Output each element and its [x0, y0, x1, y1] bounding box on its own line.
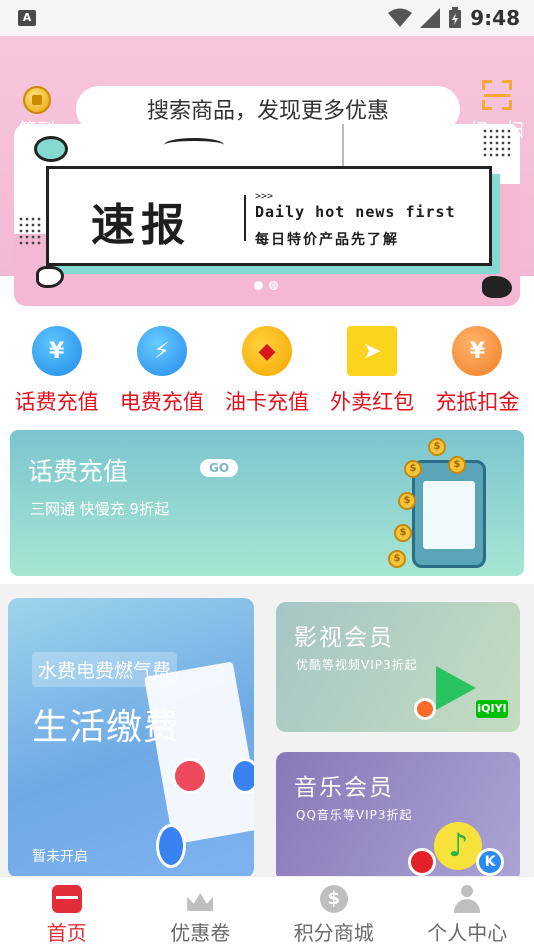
- coin-icon: $: [404, 460, 422, 478]
- banner-arrows: >>>: [255, 191, 274, 202]
- banner-english-text: Daily hot news first: [255, 203, 456, 221]
- scan-icon: [482, 80, 512, 110]
- circle-decoration: [34, 136, 68, 162]
- recharge-title: 话费充值: [28, 457, 129, 486]
- iqiyi-icon: iQIYI: [476, 700, 508, 718]
- phone-recharge-icon: ¥: [31, 326, 82, 376]
- pager-dot[interactable]: [269, 281, 278, 290]
- oil-card-icon: ◆: [241, 326, 292, 376]
- tab-home[interactable]: 首页: [0, 877, 134, 950]
- bottom-tab-bar: 首页 优惠卷 $ 积分商城 个人中心: [0, 876, 534, 950]
- coin-icon: [23, 86, 51, 114]
- tab-profile[interactable]: 个人中心: [401, 877, 534, 950]
- bill-illustration: [143, 661, 254, 845]
- battery-icon: [449, 7, 462, 28]
- banner-divider: [244, 195, 246, 241]
- promo-banner[interactable]: 速报 >>> Daily hot news first 每日特价产品先了解: [14, 124, 520, 306]
- music-vip-subtitle: QQ音乐等VIP3折起: [296, 808, 413, 822]
- service-phone-recharge[interactable]: ¥ 话费充值: [5, 326, 109, 418]
- quick-service-row: ¥ 话费充值 ⚡ 电费充值 ◆ 油卡充值 ➤ 外卖红包 ¥ 充抵扣金: [0, 326, 534, 418]
- service-deduction[interactable]: ¥ 充抵扣金: [425, 326, 529, 418]
- service-label: 电费充值: [119, 390, 204, 414]
- video-vip-subtitle: 优酷等视频VIP3折起: [296, 658, 418, 672]
- life-payment-card[interactable]: 水费电费燃气费 生活缴费 暂未开启: [8, 598, 254, 878]
- tencent-video-icon: [414, 698, 436, 720]
- crown-icon: [185, 885, 215, 913]
- line-decoration: [342, 124, 344, 170]
- electricity-icon: ⚡: [136, 326, 187, 376]
- netease-music-icon: [408, 848, 436, 876]
- kugou-icon: K: [476, 848, 504, 876]
- banner-headline-card: 速报 >>> Daily hot news first 每日特价产品先了解: [46, 166, 492, 266]
- banner-pager: [254, 281, 278, 290]
- signal-icon: [420, 8, 441, 28]
- service-label: 外卖红包: [330, 390, 415, 414]
- pager-dot-active[interactable]: [254, 281, 263, 290]
- status-right: 9:48: [388, 6, 520, 30]
- user-icon: [452, 885, 482, 913]
- coin-icon: $: [428, 438, 446, 456]
- home-icon: [51, 885, 82, 913]
- coin-icon: $: [448, 456, 466, 474]
- water-drop-icon: [156, 824, 186, 868]
- service-label: 话费充值: [14, 390, 99, 414]
- service-oil-card[interactable]: ◆ 油卡充值: [215, 326, 319, 418]
- coin-icon: $: [394, 524, 412, 542]
- service-takeout[interactable]: ➤ 外卖红包: [320, 326, 424, 418]
- tab-coupons[interactable]: 优惠卷: [134, 877, 268, 950]
- notification-icon: A: [18, 10, 36, 26]
- status-bar: A 9:48: [0, 0, 534, 36]
- recharge-subtitle: 三网通 快慢充 9折起: [30, 500, 170, 518]
- banner-chinese-text: 每日特价产品先了解: [255, 232, 399, 248]
- takeout-icon: ➤: [347, 326, 398, 376]
- tab-label: 个人中心: [427, 921, 508, 945]
- music-note-icon: ♪: [448, 826, 469, 864]
- wave-decoration: [164, 138, 224, 152]
- dots-decoration: [482, 128, 512, 158]
- electricity-bolt-icon: [230, 758, 254, 794]
- clock: 9:48: [470, 6, 520, 30]
- wifi-icon: [388, 8, 413, 27]
- video-vip-card[interactable]: 影视会员 优酷等视频VIP3折起 iQIYI: [276, 602, 520, 732]
- video-vip-title: 影视会员: [294, 625, 394, 651]
- gas-flame-icon: [172, 758, 208, 794]
- search-placeholder: 搜索商品，发现更多优惠: [146, 99, 389, 124]
- tab-label: 首页: [46, 921, 87, 945]
- tab-label: 积分商城: [293, 921, 374, 945]
- service-label: 油卡充值: [224, 390, 309, 414]
- coin-icon: $: [388, 550, 406, 568]
- app-screen: A 9:48 签到 搜索商品，发现更多优惠 扫一扫: [0, 0, 534, 950]
- life-payment-status: 暂未开启: [32, 849, 88, 865]
- blob-decoration: [482, 276, 512, 298]
- coin-icon: $: [398, 492, 416, 510]
- deduction-icon: ¥: [452, 326, 503, 376]
- tab-label: 优惠卷: [170, 921, 231, 945]
- music-vip-card[interactable]: 音乐会员 QQ音乐等VIP3折起 ♪ K: [276, 752, 520, 882]
- service-label: 充抵扣金: [435, 390, 520, 414]
- dollar-icon: $: [319, 885, 348, 913]
- go-button[interactable]: GO: [200, 459, 238, 477]
- dots-decoration-left: [18, 216, 42, 246]
- service-electricity[interactable]: ⚡ 电费充值: [110, 326, 214, 418]
- phone-recharge-card[interactable]: 话费充值 GO 三网通 快慢充 9折起 $ $ $ $ $ $: [10, 430, 524, 576]
- play-icon: [436, 666, 476, 710]
- coins-illustration: $ $ $ $ $ $: [382, 436, 466, 572]
- music-vip-title: 音乐会员: [294, 775, 394, 801]
- banner-headline: 速报: [91, 200, 191, 251]
- tab-points-mall[interactable]: $ 积分商城: [267, 877, 401, 950]
